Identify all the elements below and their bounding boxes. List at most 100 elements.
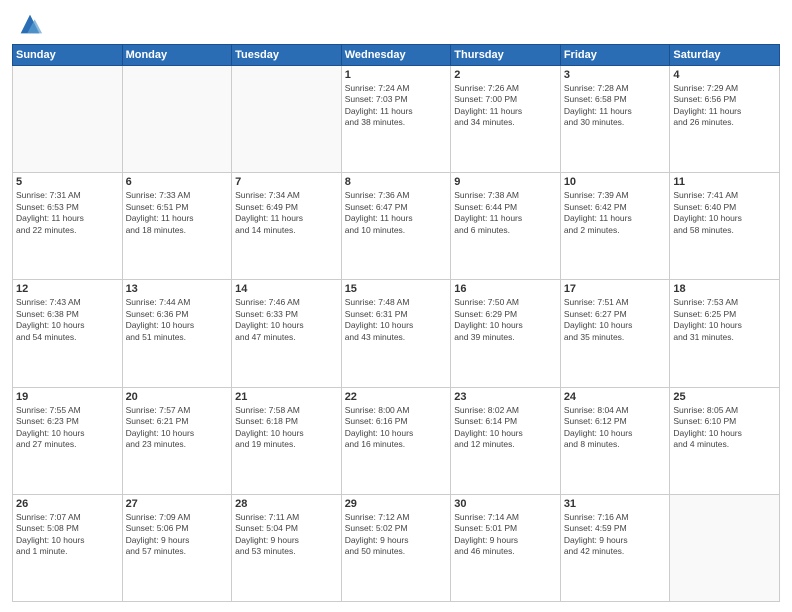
day-info: Sunrise: 7:51 AM Sunset: 6:27 PM Dayligh… xyxy=(564,297,667,343)
day-info: Sunrise: 7:33 AM Sunset: 6:51 PM Dayligh… xyxy=(126,190,229,236)
day-info: Sunrise: 7:57 AM Sunset: 6:21 PM Dayligh… xyxy=(126,405,229,451)
day-info: Sunrise: 7:31 AM Sunset: 6:53 PM Dayligh… xyxy=(16,190,119,236)
day-number: 7 xyxy=(235,176,338,188)
day-number: 22 xyxy=(345,391,448,403)
day-number: 26 xyxy=(16,498,119,510)
day-info: Sunrise: 7:44 AM Sunset: 6:36 PM Dayligh… xyxy=(126,297,229,343)
day-info: Sunrise: 7:55 AM Sunset: 6:23 PM Dayligh… xyxy=(16,405,119,451)
calendar-cell: 6 Sunrise: 7:33 AM Sunset: 6:51 PM Daylig… xyxy=(122,173,232,280)
calendar-week-row: 1Sunrise: 7:24 AM Sunset: 7:03 PM Daylig… xyxy=(13,66,780,173)
weekday-header-sunday: Sunday xyxy=(13,45,123,66)
day-number: 6 xyxy=(126,176,229,188)
calendar-cell xyxy=(13,66,123,173)
logo xyxy=(12,10,44,38)
day-number: 28 xyxy=(235,498,338,510)
calendar-cell: 22 Sunrise: 8:00 AM Sunset: 6:16 PM Dayli… xyxy=(341,387,451,494)
day-number: 19 xyxy=(16,391,119,403)
day-info: Sunrise: 7:46 AM Sunset: 6:33 PM Dayligh… xyxy=(235,297,338,343)
calendar-cell: 31 Sunrise: 7:16 AM Sunset: 4:59 PM Dayli… xyxy=(560,494,670,601)
day-info: Sunrise: 7:12 AM Sunset: 5:02 PM Dayligh… xyxy=(345,512,448,558)
calendar-cell: 15Sunrise: 7:48 AM Sunset: 6:31 PM Dayli… xyxy=(341,280,451,387)
day-number: 2 xyxy=(454,69,557,81)
calendar-cell: 25 Sunrise: 8:05 AM Sunset: 6:10 PM Dayli… xyxy=(670,387,780,494)
day-info: Sunrise: 7:34 AM Sunset: 6:49 PM Dayligh… xyxy=(235,190,338,236)
day-info: Sunrise: 7:36 AM Sunset: 6:47 PM Dayligh… xyxy=(345,190,448,236)
day-info: Sunrise: 7:43 AM Sunset: 6:38 PM Dayligh… xyxy=(16,297,119,343)
day-info: Sunrise: 8:04 AM Sunset: 6:12 PM Dayligh… xyxy=(564,405,667,451)
calendar-cell: 17 Sunrise: 7:51 AM Sunset: 6:27 PM Dayli… xyxy=(560,280,670,387)
day-number: 14 xyxy=(235,283,338,295)
calendar-week-row: 12 Sunrise: 7:43 AM Sunset: 6:38 PM Dayli… xyxy=(13,280,780,387)
day-number: 9 xyxy=(454,176,557,188)
day-info: Sunrise: 7:38 AM Sunset: 6:44 PM Dayligh… xyxy=(454,190,557,236)
day-number: 8 xyxy=(345,176,448,188)
calendar-cell: 11 Sunrise: 7:41 AM Sunset: 6:40 PM Dayli… xyxy=(670,173,780,280)
weekday-header-row: SundayMondayTuesdayWednesdayThursdayFrid… xyxy=(13,45,780,66)
weekday-header-monday: Monday xyxy=(122,45,232,66)
day-info: Sunrise: 8:02 AM Sunset: 6:14 PM Dayligh… xyxy=(454,405,557,451)
weekday-header-tuesday: Tuesday xyxy=(232,45,342,66)
day-number: 12 xyxy=(16,283,119,295)
calendar-cell: 27Sunrise: 7:09 AM Sunset: 5:06 PM Dayli… xyxy=(122,494,232,601)
calendar-cell: 13 Sunrise: 7:44 AM Sunset: 6:36 PM Dayli… xyxy=(122,280,232,387)
day-number: 3 xyxy=(564,69,667,81)
weekday-header-saturday: Saturday xyxy=(670,45,780,66)
day-number: 11 xyxy=(673,176,776,188)
day-number: 18 xyxy=(673,283,776,295)
logo-icon xyxy=(16,10,44,38)
weekday-header-friday: Friday xyxy=(560,45,670,66)
calendar-cell: 2 Sunrise: 7:26 AM Sunset: 7:00 PM Daylig… xyxy=(451,66,561,173)
day-number: 17 xyxy=(564,283,667,295)
calendar-table: SundayMondayTuesdayWednesdayThursdayFrid… xyxy=(12,44,780,602)
calendar-week-row: 19 Sunrise: 7:55 AM Sunset: 6:23 PM Dayli… xyxy=(13,387,780,494)
day-info: Sunrise: 7:16 AM Sunset: 4:59 PM Dayligh… xyxy=(564,512,667,558)
day-number: 30 xyxy=(454,498,557,510)
day-number: 23 xyxy=(454,391,557,403)
calendar-cell: 5 Sunrise: 7:31 AM Sunset: 6:53 PM Daylig… xyxy=(13,173,123,280)
calendar-cell: 7 Sunrise: 7:34 AM Sunset: 6:49 PM Daylig… xyxy=(232,173,342,280)
day-number: 24 xyxy=(564,391,667,403)
day-info: Sunrise: 7:58 AM Sunset: 6:18 PM Dayligh… xyxy=(235,405,338,451)
day-info: Sunrise: 7:09 AM Sunset: 5:06 PM Dayligh… xyxy=(126,512,229,558)
day-info: Sunrise: 7:14 AM Sunset: 5:01 PM Dayligh… xyxy=(454,512,557,558)
calendar-cell: 14 Sunrise: 7:46 AM Sunset: 6:33 PM Dayli… xyxy=(232,280,342,387)
calendar-cell: 29Sunrise: 7:12 AM Sunset: 5:02 PM Dayli… xyxy=(341,494,451,601)
page: SundayMondayTuesdayWednesdayThursdayFrid… xyxy=(0,0,792,612)
calendar-cell: 23 Sunrise: 8:02 AM Sunset: 6:14 PM Dayli… xyxy=(451,387,561,494)
day-info: Sunrise: 7:29 AM Sunset: 6:56 PM Dayligh… xyxy=(673,83,776,129)
calendar-cell: 16 Sunrise: 7:50 AM Sunset: 6:29 PM Dayli… xyxy=(451,280,561,387)
calendar-week-row: 26Sunrise: 7:07 AM Sunset: 5:08 PM Dayli… xyxy=(13,494,780,601)
day-number: 4 xyxy=(673,69,776,81)
calendar-cell: 20 Sunrise: 7:57 AM Sunset: 6:21 PM Dayli… xyxy=(122,387,232,494)
day-number: 16 xyxy=(454,283,557,295)
calendar-cell: 10Sunrise: 7:39 AM Sunset: 6:42 PM Dayli… xyxy=(560,173,670,280)
weekday-header-thursday: Thursday xyxy=(451,45,561,66)
day-number: 31 xyxy=(564,498,667,510)
calendar-cell: 4 Sunrise: 7:29 AM Sunset: 6:56 PM Daylig… xyxy=(670,66,780,173)
day-number: 20 xyxy=(126,391,229,403)
calendar-cell: 8 Sunrise: 7:36 AM Sunset: 6:47 PM Daylig… xyxy=(341,173,451,280)
day-number: 21 xyxy=(235,391,338,403)
day-info: Sunrise: 7:53 AM Sunset: 6:25 PM Dayligh… xyxy=(673,297,776,343)
day-info: Sunrise: 8:00 AM Sunset: 6:16 PM Dayligh… xyxy=(345,405,448,451)
day-number: 10 xyxy=(564,176,667,188)
day-info: Sunrise: 7:50 AM Sunset: 6:29 PM Dayligh… xyxy=(454,297,557,343)
day-number: 25 xyxy=(673,391,776,403)
day-info: Sunrise: 7:26 AM Sunset: 7:00 PM Dayligh… xyxy=(454,83,557,129)
calendar-cell: 19 Sunrise: 7:55 AM Sunset: 6:23 PM Dayli… xyxy=(13,387,123,494)
day-info: Sunrise: 7:28 AM Sunset: 6:58 PM Dayligh… xyxy=(564,83,667,129)
calendar-cell: 12 Sunrise: 7:43 AM Sunset: 6:38 PM Dayli… xyxy=(13,280,123,387)
day-info: Sunrise: 7:11 AM Sunset: 5:04 PM Dayligh… xyxy=(235,512,338,558)
day-number: 5 xyxy=(16,176,119,188)
day-info: Sunrise: 7:41 AM Sunset: 6:40 PM Dayligh… xyxy=(673,190,776,236)
day-number: 13 xyxy=(126,283,229,295)
calendar-cell: 26Sunrise: 7:07 AM Sunset: 5:08 PM Dayli… xyxy=(13,494,123,601)
calendar-cell: 21 Sunrise: 7:58 AM Sunset: 6:18 PM Dayli… xyxy=(232,387,342,494)
calendar-cell xyxy=(232,66,342,173)
day-info: Sunrise: 7:24 AM Sunset: 7:03 PM Dayligh… xyxy=(345,83,448,129)
day-info: Sunrise: 8:05 AM Sunset: 6:10 PM Dayligh… xyxy=(673,405,776,451)
calendar-cell: 30 Sunrise: 7:14 AM Sunset: 5:01 PM Dayli… xyxy=(451,494,561,601)
weekday-header-wednesday: Wednesday xyxy=(341,45,451,66)
day-info: Sunrise: 7:48 AM Sunset: 6:31 PM Dayligh… xyxy=(345,297,448,343)
calendar-cell: 3 Sunrise: 7:28 AM Sunset: 6:58 PM Daylig… xyxy=(560,66,670,173)
